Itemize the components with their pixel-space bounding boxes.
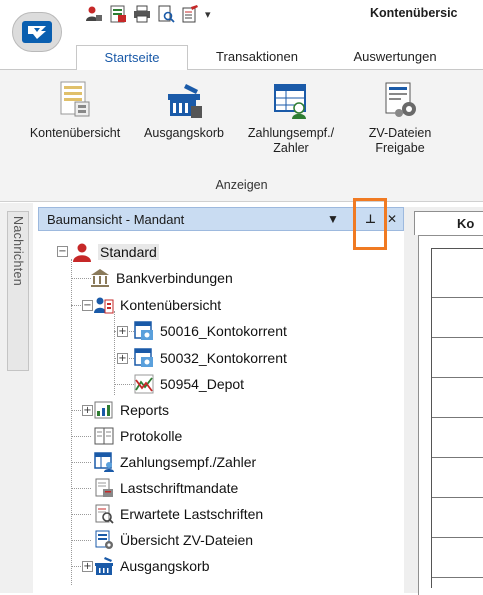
reports-icon bbox=[94, 401, 113, 419]
user-icon bbox=[73, 243, 91, 262]
tree-connector bbox=[71, 436, 91, 437]
tree-item-reports[interactable]: Reports bbox=[94, 399, 169, 421]
tree-item-label: Übersicht ZV-Dateien bbox=[120, 532, 254, 548]
tree-item-bankverbindungen[interactable]: Bankverbindungen bbox=[90, 267, 233, 289]
ausgangskorb-button[interactable]: Ausgangskorb bbox=[138, 80, 230, 180]
print-preview-icon[interactable] bbox=[157, 5, 175, 23]
tree-item-zahlungsempfaenger[interactable]: Zahlungsempf./Zahler bbox=[94, 451, 256, 473]
direct-debit-mandate-icon bbox=[95, 478, 113, 497]
tree-connector bbox=[71, 259, 72, 585]
tree-item-protokolle[interactable]: Protokolle bbox=[94, 425, 182, 447]
grid-row-line bbox=[432, 537, 483, 538]
tree-item-standard[interactable]: Standard bbox=[72, 241, 159, 263]
tab-auswertungen[interactable]: Auswertungen bbox=[330, 45, 460, 70]
outbox-basket-icon bbox=[95, 557, 113, 575]
tree-expand-toggle[interactable]: + bbox=[117, 353, 128, 364]
tree-item-label: Erwartete Lastschriften bbox=[120, 506, 264, 522]
zahlungsempfaenger-button[interactable]: Zahlungsempf./ Zahler bbox=[232, 80, 350, 180]
tree-item-erwartete-lastschriften[interactable]: Erwartete Lastschriften bbox=[94, 503, 263, 525]
document-grid bbox=[431, 248, 483, 588]
current-account-icon bbox=[134, 321, 153, 340]
grid-row-line bbox=[432, 297, 483, 298]
grid-row-line bbox=[432, 497, 483, 498]
nachrichten-label: Nachrichten bbox=[11, 216, 25, 286]
tree-item-label: 50016_Kontokorrent bbox=[160, 323, 287, 339]
tree-item-label: Reports bbox=[120, 402, 170, 418]
grid-row-line bbox=[432, 377, 483, 378]
tree-item-label: Kontenübersicht bbox=[120, 297, 222, 313]
grid-row-line bbox=[432, 337, 483, 338]
tree-item-50954-depot[interactable]: 50954_Depot bbox=[134, 373, 244, 395]
tree-item-kontenuebersicht[interactable]: Kontenübersicht bbox=[94, 294, 221, 316]
outbox-basket-icon bbox=[168, 84, 202, 118]
tree-collapse-toggle[interactable]: − bbox=[82, 300, 93, 311]
ausgangskorb-label: Ausgangskorb bbox=[144, 126, 224, 140]
tree-connector bbox=[114, 384, 134, 385]
tree-panel: Baumansicht - Mandant ▼ ⊥ ✕ − − + + + + bbox=[38, 207, 404, 593]
payee-icon bbox=[274, 84, 306, 119]
bank-logo-icon bbox=[22, 21, 52, 43]
document-area: Ko bbox=[404, 207, 483, 595]
tab-transaktionen[interactable]: Transaktionen bbox=[198, 45, 316, 70]
payment-files-icon bbox=[95, 530, 113, 549]
tree-item-label: Ausgangskorb bbox=[120, 558, 210, 574]
ribbon-tab-bar: Startseite Transaktionen Auswertungen bbox=[0, 43, 483, 70]
grid-row-line bbox=[432, 457, 483, 458]
tree-connector bbox=[71, 278, 91, 279]
account-tree-icon bbox=[94, 297, 114, 314]
quick-access-dropdown-icon[interactable]: ▾ bbox=[205, 8, 211, 21]
protocol-book-icon bbox=[94, 427, 114, 445]
tree-item-label: Standard bbox=[98, 244, 159, 260]
kontenuebersicht-button[interactable]: Kontenübersicht bbox=[14, 80, 136, 180]
tree-item-label: Lastschriftmandate bbox=[120, 480, 239, 496]
tree-connector bbox=[71, 540, 91, 541]
kontenuebersicht-label: Kontenübersicht bbox=[29, 126, 121, 140]
print-icon[interactable] bbox=[133, 5, 151, 23]
zv-dateien-freigabe-label: ZV-Dateien Freigabe bbox=[368, 126, 432, 155]
grid-row-line bbox=[432, 417, 483, 418]
tree-connector bbox=[71, 488, 91, 489]
tree-view: − − + + + + Standard Bankverbindungen Ko… bbox=[38, 207, 404, 593]
tree-item-label: 50032_Kontokorrent bbox=[160, 350, 287, 366]
zahlungsempfaenger-label: Zahlungsempf./ Zahler bbox=[247, 126, 335, 155]
tree-item-label: Bankverbindungen bbox=[116, 270, 233, 286]
tree-item-ausgangskorb[interactable]: Ausgangskorb bbox=[94, 555, 210, 577]
tree-item-50032-kontokorrent[interactable]: 50032_Kontokorrent bbox=[134, 347, 287, 369]
document-content bbox=[418, 235, 483, 595]
document-tab-kontenuebersicht[interactable]: Ko bbox=[414, 211, 483, 235]
tree-collapse-toggle[interactable]: − bbox=[57, 246, 68, 257]
tree-connector bbox=[114, 311, 115, 395]
tree-item-label: 50954_Depot bbox=[160, 376, 245, 392]
document-edit-icon[interactable] bbox=[181, 5, 199, 23]
bank-icon bbox=[91, 269, 109, 287]
tree-expand-toggle[interactable]: + bbox=[82, 405, 93, 416]
user-settings-icon[interactable] bbox=[85, 5, 103, 23]
tree-item-uebersicht-zv-dateien[interactable]: Übersicht ZV-Dateien bbox=[94, 529, 253, 551]
quick-access-toolbar: ▾ bbox=[85, 3, 211, 25]
excel-export-icon[interactable] bbox=[109, 5, 127, 23]
payee-list-icon bbox=[94, 452, 114, 472]
ribbon-group-label: Anzeigen bbox=[215, 178, 268, 192]
tree-connector bbox=[71, 462, 91, 463]
zv-dateien-freigabe-button[interactable]: ZV-Dateien Freigabe bbox=[350, 80, 450, 180]
nachrichten-side-tab[interactable]: Nachrichten bbox=[7, 211, 29, 371]
side-tab-strip: Nachrichten bbox=[0, 203, 33, 593]
grid-row-line bbox=[432, 577, 483, 578]
tree-item-label: Zahlungsempf./Zahler bbox=[120, 454, 257, 470]
file-release-icon bbox=[385, 82, 416, 117]
tab-startseite[interactable]: Startseite bbox=[76, 45, 188, 70]
pin-button-highlight bbox=[353, 198, 387, 250]
tree-expand-toggle[interactable]: + bbox=[82, 561, 93, 572]
tree-connector bbox=[71, 514, 91, 515]
tree-expand-toggle[interactable]: + bbox=[117, 326, 128, 337]
depot-chart-icon bbox=[134, 374, 154, 394]
tree-item-label: Protokolle bbox=[120, 428, 183, 444]
account-overview-icon bbox=[60, 81, 90, 117]
window-title: Kontenübersic bbox=[370, 6, 458, 20]
current-account-icon bbox=[134, 348, 153, 367]
expected-debits-icon bbox=[95, 504, 114, 524]
tree-item-50016-kontokorrent[interactable]: 50016_Kontokorrent bbox=[134, 320, 287, 342]
tree-item-lastschriftmandate[interactable]: Lastschriftmandate bbox=[94, 477, 238, 499]
